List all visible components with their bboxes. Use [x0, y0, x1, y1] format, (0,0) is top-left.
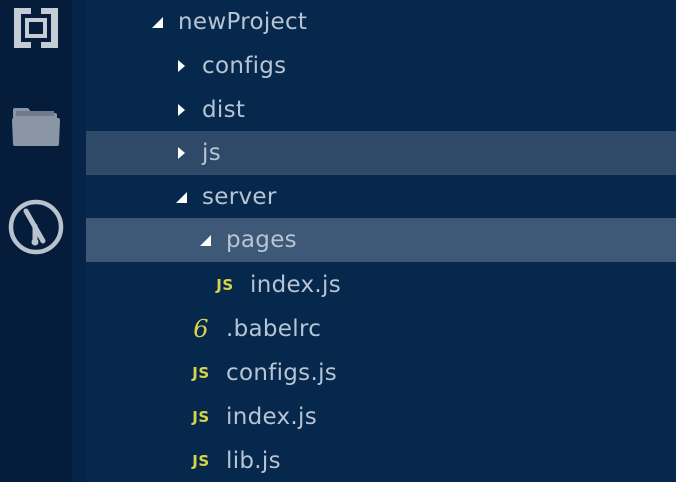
tree-item-index-js[interactable]: JS index.js	[86, 395, 676, 439]
tree-item-server[interactable]: server	[86, 175, 676, 219]
js-file-icon: JS	[216, 276, 234, 294]
tree-item-label: js	[202, 140, 221, 166]
sidebar-gap	[72, 0, 86, 482]
tree-item-label: server	[202, 184, 277, 210]
tree-item-pages[interactable]: pages	[86, 218, 676, 262]
caret-down-icon	[174, 190, 188, 204]
tree-item-newproject[interactable]: newProject	[86, 0, 676, 44]
tree-item-babelrc[interactable]: 6 .babelrc	[86, 307, 676, 351]
tree-item-label: configs.js	[226, 360, 338, 386]
caret-down-icon	[198, 233, 212, 247]
tree-item-label: index.js	[250, 272, 342, 298]
caret-right-icon	[174, 59, 188, 73]
tree-item-label: index.js	[226, 404, 318, 430]
tree-item-lib-js[interactable]: JS lib.js	[86, 439, 676, 482]
js-file-icon: JS	[192, 408, 210, 426]
tree-item-js[interactable]: js	[86, 131, 676, 175]
tree-item-pages-index-js[interactable]: JS index.js	[86, 263, 676, 307]
tree-item-label: lib.js	[226, 448, 281, 474]
caret-right-icon	[174, 146, 188, 160]
tree-item-label: pages	[226, 227, 297, 253]
caret-down-icon	[150, 15, 164, 29]
tree-item-dist[interactable]: dist	[86, 88, 676, 132]
folder-icon[interactable]	[0, 104, 72, 148]
tree-item-label: newProject	[178, 9, 308, 35]
brackets-logo-icon[interactable]	[0, 6, 72, 50]
activity-bar	[0, 0, 72, 482]
git-icon[interactable]	[0, 198, 72, 256]
tree-item-label: configs	[202, 53, 287, 79]
file-explorer: newProject configs dist js server pages …	[86, 0, 676, 482]
tree-item-label: .babelrc	[226, 316, 322, 342]
caret-right-icon	[174, 103, 188, 117]
js-file-icon: JS	[192, 364, 210, 382]
js-file-icon: JS	[192, 452, 210, 470]
editor-window: newProject configs dist js server pages …	[0, 0, 676, 482]
babel-file-icon: 6	[193, 315, 209, 343]
tree-item-configs-js[interactable]: JS configs.js	[86, 351, 676, 395]
tree-item-configs[interactable]: configs	[86, 44, 676, 88]
tree-item-label: dist	[202, 97, 246, 123]
